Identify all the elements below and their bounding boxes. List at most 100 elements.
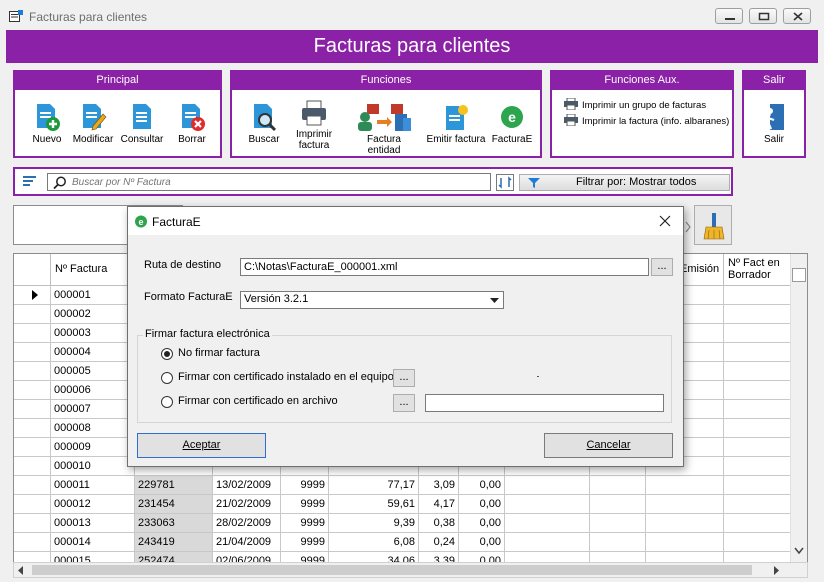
table-cell[interactable]: 3,09 [419, 476, 459, 495]
maximize-button[interactable] [749, 8, 777, 24]
table-cell[interactable]: 9999 [281, 533, 329, 552]
chevron-down-icon[interactable] [487, 293, 502, 307]
table-cell[interactable]: 000003 [51, 324, 135, 343]
table-cell[interactable] [646, 476, 724, 495]
table-cell[interactable]: 000008 [51, 419, 135, 438]
refresh-button[interactable] [496, 174, 514, 191]
table-cell[interactable]: 77,17 [329, 476, 419, 495]
row-selector[interactable] [14, 324, 51, 343]
table-cell[interactable]: 231454 [135, 495, 213, 514]
table-cell[interactable]: 000009 [51, 438, 135, 457]
panel-chevron-icon[interactable] [684, 212, 694, 242]
horizontal-scroll-thumb[interactable] [32, 565, 752, 575]
table-cell[interactable] [646, 533, 724, 552]
scroll-right-icon[interactable] [774, 566, 780, 575]
table-cell[interactable]: 000014 [51, 533, 135, 552]
table-cell[interactable]: 59,61 [329, 495, 419, 514]
list-options-icon[interactable] [23, 175, 37, 188]
radio-no-firmar[interactable] [161, 348, 173, 360]
table-cell[interactable]: 21/02/2009 [213, 495, 281, 514]
row-selector[interactable] [14, 400, 51, 419]
salir-button[interactable]: Salir [756, 102, 792, 145]
table-cell[interactable]: 000005 [51, 362, 135, 381]
table-cell[interactable] [590, 476, 646, 495]
search-input[interactable] [72, 175, 482, 189]
table-cell[interactable]: 0,00 [459, 533, 505, 552]
table-cell[interactable]: 233063 [135, 514, 213, 533]
row-selector[interactable] [14, 457, 51, 476]
ruta-browse-button[interactable]: ... [651, 258, 673, 276]
table-cell[interactable] [590, 533, 646, 552]
formato-select[interactable]: Versión 3.2.1 [240, 291, 504, 309]
table-cell[interactable]: 6,08 [329, 533, 419, 552]
table-cell[interactable]: 000011 [51, 476, 135, 495]
clear-filter-button[interactable] [694, 205, 732, 245]
table-cell[interactable] [724, 381, 792, 400]
row-selector[interactable] [14, 438, 51, 457]
table-cell[interactable] [505, 495, 590, 514]
table-cell[interactable]: 0,00 [459, 495, 505, 514]
table-cell[interactable]: 000013 [51, 514, 135, 533]
table-cell[interactable]: 9999 [281, 476, 329, 495]
cancel-button[interactable]: Cancelar [544, 433, 673, 458]
table-cell[interactable] [724, 476, 792, 495]
row-selector[interactable] [14, 286, 51, 305]
table-cell[interactable]: 000002 [51, 305, 135, 324]
certificado-archivo-browse-button[interactable]: ... [393, 394, 415, 412]
nuevo-button[interactable]: Nuevo [29, 102, 65, 145]
table-row[interactable]: 000014 243419 21/04/2009 9999 6,08 0,24 0,00 [14, 533, 807, 552]
table-cell[interactable] [724, 419, 792, 438]
horizontal-scrollbar[interactable] [13, 562, 808, 578]
table-cell[interactable] [724, 400, 792, 419]
table-row[interactable]: 000012 231454 21/02/2009 9999 59,61 4,17 0,00 [14, 495, 807, 514]
table-cell[interactable] [724, 457, 792, 476]
table-cell[interactable] [724, 343, 792, 362]
table-cell[interactable]: 0,00 [459, 514, 505, 533]
table-cell[interactable] [590, 514, 646, 533]
row-selector[interactable] [14, 362, 51, 381]
table-cell[interactable] [724, 305, 792, 324]
accept-button[interactable]: Aceptar [137, 433, 266, 458]
table-cell[interactable]: 0,00 [459, 476, 505, 495]
table-cell[interactable] [590, 495, 646, 514]
table-cell[interactable] [646, 514, 724, 533]
dialog-close-button[interactable] [654, 211, 676, 231]
table-cell[interactable]: 000007 [51, 400, 135, 419]
imprimir-factura-button[interactable]: Imprimir factura [292, 99, 336, 151]
table-row[interactable]: 000013 233063 28/02/2009 9999 9,39 0,38 0,00 [14, 514, 807, 533]
table-cell[interactable]: 000012 [51, 495, 135, 514]
table-cell[interactable] [646, 495, 724, 514]
row-selector[interactable] [14, 381, 51, 400]
row-selector[interactable] [14, 476, 51, 495]
row-selector[interactable] [14, 533, 51, 552]
table-cell[interactable] [724, 324, 792, 343]
row-selector[interactable] [14, 343, 51, 362]
factura-entidad-button[interactable]: Factura entidad [350, 102, 418, 156]
table-cell[interactable]: 000004 [51, 343, 135, 362]
table-cell[interactable]: 21/04/2009 [213, 533, 281, 552]
table-cell[interactable] [724, 514, 792, 533]
imprimir-grupo-item[interactable]: Imprimir un grupo de facturas [564, 97, 706, 111]
scroll-left-icon[interactable] [18, 566, 24, 575]
row-selector[interactable] [14, 495, 51, 514]
table-cell[interactable]: 4,17 [419, 495, 459, 514]
table-cell[interactable]: 9,39 [329, 514, 419, 533]
option-certificado-archivo-label[interactable]: Firmar con certificado en archivo [178, 395, 338, 407]
table-cell[interactable] [505, 514, 590, 533]
table-cell[interactable]: 000006 [51, 381, 135, 400]
radio-certificado-equipo[interactable] [161, 372, 173, 384]
col-header-numero[interactable]: Nº Factura [51, 254, 135, 286]
option-certificado-equipo-label[interactable]: Firmar con certificado instalado en el e… [178, 371, 394, 383]
table-cell[interactable]: 000001 [51, 286, 135, 305]
table-cell[interactable]: 229781 [135, 476, 213, 495]
buscar-button[interactable]: Buscar [244, 102, 284, 145]
table-cell[interactable]: 0,24 [419, 533, 459, 552]
table-cell[interactable]: 9999 [281, 495, 329, 514]
table-cell[interactable]: 0,38 [419, 514, 459, 533]
filter-button[interactable]: Filtrar por: Mostrar todos [519, 174, 730, 191]
option-no-firmar-label[interactable]: No firmar factura [178, 347, 260, 359]
certificado-archivo-input[interactable] [425, 394, 664, 412]
table-cell[interactable] [724, 438, 792, 457]
table-cell[interactable]: 000010 [51, 457, 135, 476]
table-cell[interactable]: 243419 [135, 533, 213, 552]
